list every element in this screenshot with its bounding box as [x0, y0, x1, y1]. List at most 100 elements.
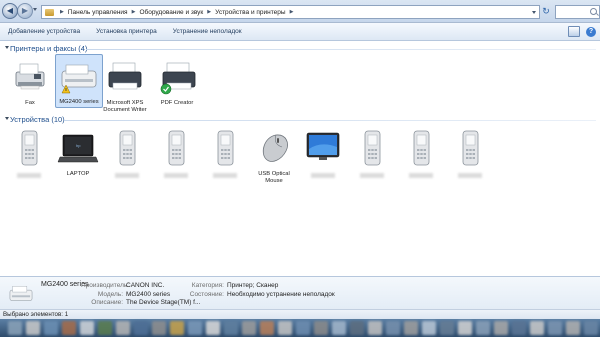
taskbar-app-icon[interactable]	[368, 321, 382, 335]
device-phone[interactable]	[103, 129, 151, 178]
svg-text:hp: hp	[76, 143, 81, 148]
redacted-label	[311, 173, 335, 178]
taskbar-app-icon[interactable]	[584, 321, 598, 335]
chevron-right-icon[interactable]: ▶	[287, 9, 297, 15]
folder-icon	[45, 8, 54, 16]
device-laptop[interactable]: hp LAPTOP	[54, 129, 102, 178]
device-phone[interactable]	[152, 129, 200, 178]
taskbar-app-icon[interactable]	[566, 321, 580, 335]
refresh-icon[interactable]: ↻	[541, 6, 551, 16]
details-category-key: Категория:	[191, 282, 224, 289]
taskbar-app-icon[interactable]	[512, 321, 526, 335]
device-monitor[interactable]	[299, 129, 347, 178]
taskbar-app-icon[interactable]	[44, 321, 58, 335]
chevron-right-icon[interactable]: ▶	[57, 9, 67, 15]
device-phone[interactable]	[201, 129, 249, 178]
taskbar-app-icon[interactable]	[350, 321, 364, 335]
troubleshoot-button[interactable]: Устранение неполадок	[165, 28, 250, 35]
taskbar-app-icon[interactable]	[98, 321, 112, 335]
device-phone[interactable]	[446, 129, 494, 178]
forward-button[interactable]: ▶	[17, 3, 33, 19]
printer-icon	[108, 62, 142, 90]
taskbar-app-icon[interactable]	[530, 321, 544, 335]
taskbar-app-icon[interactable]	[404, 321, 418, 335]
breadcrumb-hardware-sound[interactable]: Оборудование и звук	[138, 9, 204, 16]
taskbar-app-icon[interactable]	[476, 321, 490, 335]
details-state-key: Состояние:	[189, 291, 224, 298]
details-model-key: Модель:	[97, 291, 123, 298]
details-state-value: Необходимо устранение неполадок	[227, 291, 335, 298]
taskbar-app-icon[interactable]	[62, 321, 76, 335]
device-phone[interactable]	[5, 129, 53, 178]
chevron-right-icon[interactable]: ▶	[204, 9, 214, 15]
phone-icon	[119, 130, 136, 166]
device-usb-mouse[interactable]: USB Optical Mouse	[250, 129, 298, 185]
collapse-icon[interactable]	[5, 117, 9, 120]
taskbar-app-icon[interactable]	[188, 321, 202, 335]
taskbar-app-icon[interactable]	[422, 321, 436, 335]
add-printer-button[interactable]: Установка принтера	[88, 28, 165, 35]
taskbar-app-icon[interactable]	[332, 321, 346, 335]
address-dropdown-icon[interactable]	[532, 10, 536, 14]
mouse-icon	[262, 134, 288, 162]
phone-icon	[21, 130, 38, 166]
taskbar-app-icon[interactable]	[260, 321, 274, 335]
redacted-label	[17, 173, 41, 178]
device-phone[interactable]	[397, 129, 445, 178]
taskbar-app-icon[interactable]	[296, 321, 310, 335]
devices-group-header[interactable]: Устройства (10)	[0, 115, 600, 125]
device-pdf-creator[interactable]: PDF Creator	[153, 58, 201, 107]
taskbar-app-icon[interactable]	[134, 321, 148, 335]
taskbar-app-icon[interactable]	[386, 321, 400, 335]
taskbar-app-icon[interactable]	[314, 321, 328, 335]
taskbar-app-icon[interactable]	[206, 321, 220, 335]
device-fax[interactable]: Fax	[6, 58, 54, 107]
device-xps-writer[interactable]: Microsoft XPS Document Writer	[101, 58, 149, 114]
taskbar-app-icon[interactable]	[80, 321, 94, 335]
group-divider	[86, 49, 596, 50]
redacted-label	[115, 173, 139, 178]
search-icon	[590, 8, 597, 15]
taskbar-app-icon[interactable]	[440, 321, 454, 335]
address-bar: ◀ ▶ ▶ Панель управления ▶ Оборудование и…	[0, 0, 600, 23]
taskbar-app-icon[interactable]	[548, 321, 562, 335]
details-model-value: MG2400 series	[126, 291, 171, 298]
taskbar-app-icon[interactable]	[278, 321, 292, 335]
redacted-label	[409, 173, 433, 178]
details-description-key: Описание:	[91, 299, 123, 306]
phone-icon	[168, 130, 185, 166]
device-mg2400[interactable]: MG2400 series	[55, 54, 103, 108]
monitor-icon	[306, 132, 340, 160]
taskbar-app-icon[interactable]	[152, 321, 166, 335]
breadcrumb-devices-printers[interactable]: Устройства и принтеры	[214, 9, 286, 16]
taskbar	[0, 319, 600, 337]
help-icon[interactable]: ?	[586, 26, 596, 37]
laptop-icon: hp	[57, 134, 99, 163]
taskbar-app-icon[interactable]	[458, 321, 472, 335]
add-device-button[interactable]: Добавление устройства	[0, 28, 88, 35]
taskbar-app-icon[interactable]	[26, 321, 40, 335]
change-view-icon[interactable]	[568, 26, 580, 37]
details-pane: MG2400 series Производитель: CANON INC. …	[0, 276, 600, 310]
command-bar: Добавление устройства Установка принтера…	[0, 23, 600, 41]
taskbar-app-icon[interactable]	[242, 321, 256, 335]
device-label: MG2400 series	[59, 99, 99, 105]
back-button[interactable]: ◀	[2, 3, 18, 19]
device-phone[interactable]	[348, 129, 396, 178]
breadcrumb[interactable]: ▶ Панель управления ▶ Оборудование и зву…	[41, 5, 540, 19]
breadcrumb-control-panel[interactable]: Панель управления	[67, 9, 129, 16]
collapse-icon[interactable]	[5, 46, 9, 49]
taskbar-app-icon[interactable]	[170, 321, 184, 335]
phone-icon	[413, 130, 430, 166]
devices-group-title: Устройства (10)	[10, 115, 65, 124]
search-input[interactable]	[555, 5, 600, 19]
taskbar-app-icon[interactable]	[8, 321, 22, 335]
taskbar-app-icon[interactable]	[116, 321, 130, 335]
printers-group-header[interactable]: Принтеры и факсы (4)	[0, 44, 600, 54]
details-category-value: Принтер; Сканер	[227, 282, 279, 289]
chevron-right-icon[interactable]: ▶	[129, 9, 139, 15]
history-dropdown-icon[interactable]	[33, 8, 37, 11]
selection-highlight: MG2400 series	[55, 54, 103, 108]
taskbar-app-icon[interactable]	[224, 321, 238, 335]
taskbar-app-icon[interactable]	[494, 321, 508, 335]
